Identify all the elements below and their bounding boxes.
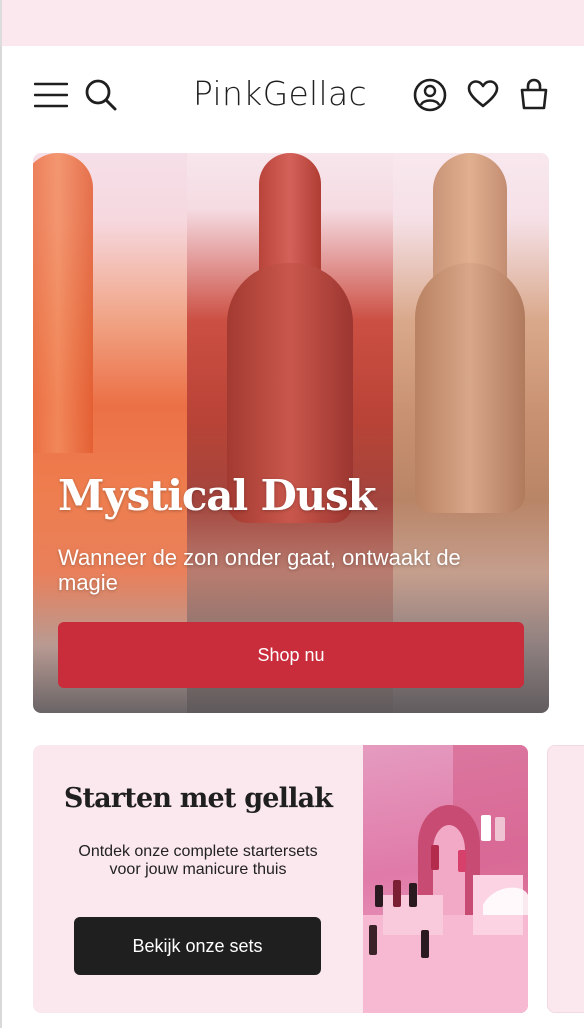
account-icon[interactable] [412,77,448,113]
menu-icon[interactable] [33,80,69,110]
heart-icon[interactable] [466,78,500,110]
announcement-bar [0,0,584,46]
bag-icon[interactable] [517,77,551,111]
frame-border [0,46,2,1028]
view-sets-button[interactable]: Bekijk onze sets [74,917,321,975]
hero-banner: Mystical Dusk Wanneer de zon onder gaat,… [33,153,549,713]
shop-now-button[interactable]: Shop nu [58,622,524,688]
search-icon[interactable] [83,78,119,112]
promo-card-text: Ontdek onze complete startersets voor jo… [78,843,318,878]
hero-title: Mystical Dusk [58,471,377,520]
promo-card-next[interactable] [547,745,584,1013]
hero-subtitle: Wanneer de zon onder gaat, ontwaakt de m… [58,545,461,595]
promo-card-starter[interactable]: Starten met gellak Ontdek onze complete … [33,745,528,1013]
starter-set-image [363,745,528,1013]
site-logo[interactable]: PinkGellac [193,74,367,113]
promo-card-title: Starten met gellak [63,783,333,814]
